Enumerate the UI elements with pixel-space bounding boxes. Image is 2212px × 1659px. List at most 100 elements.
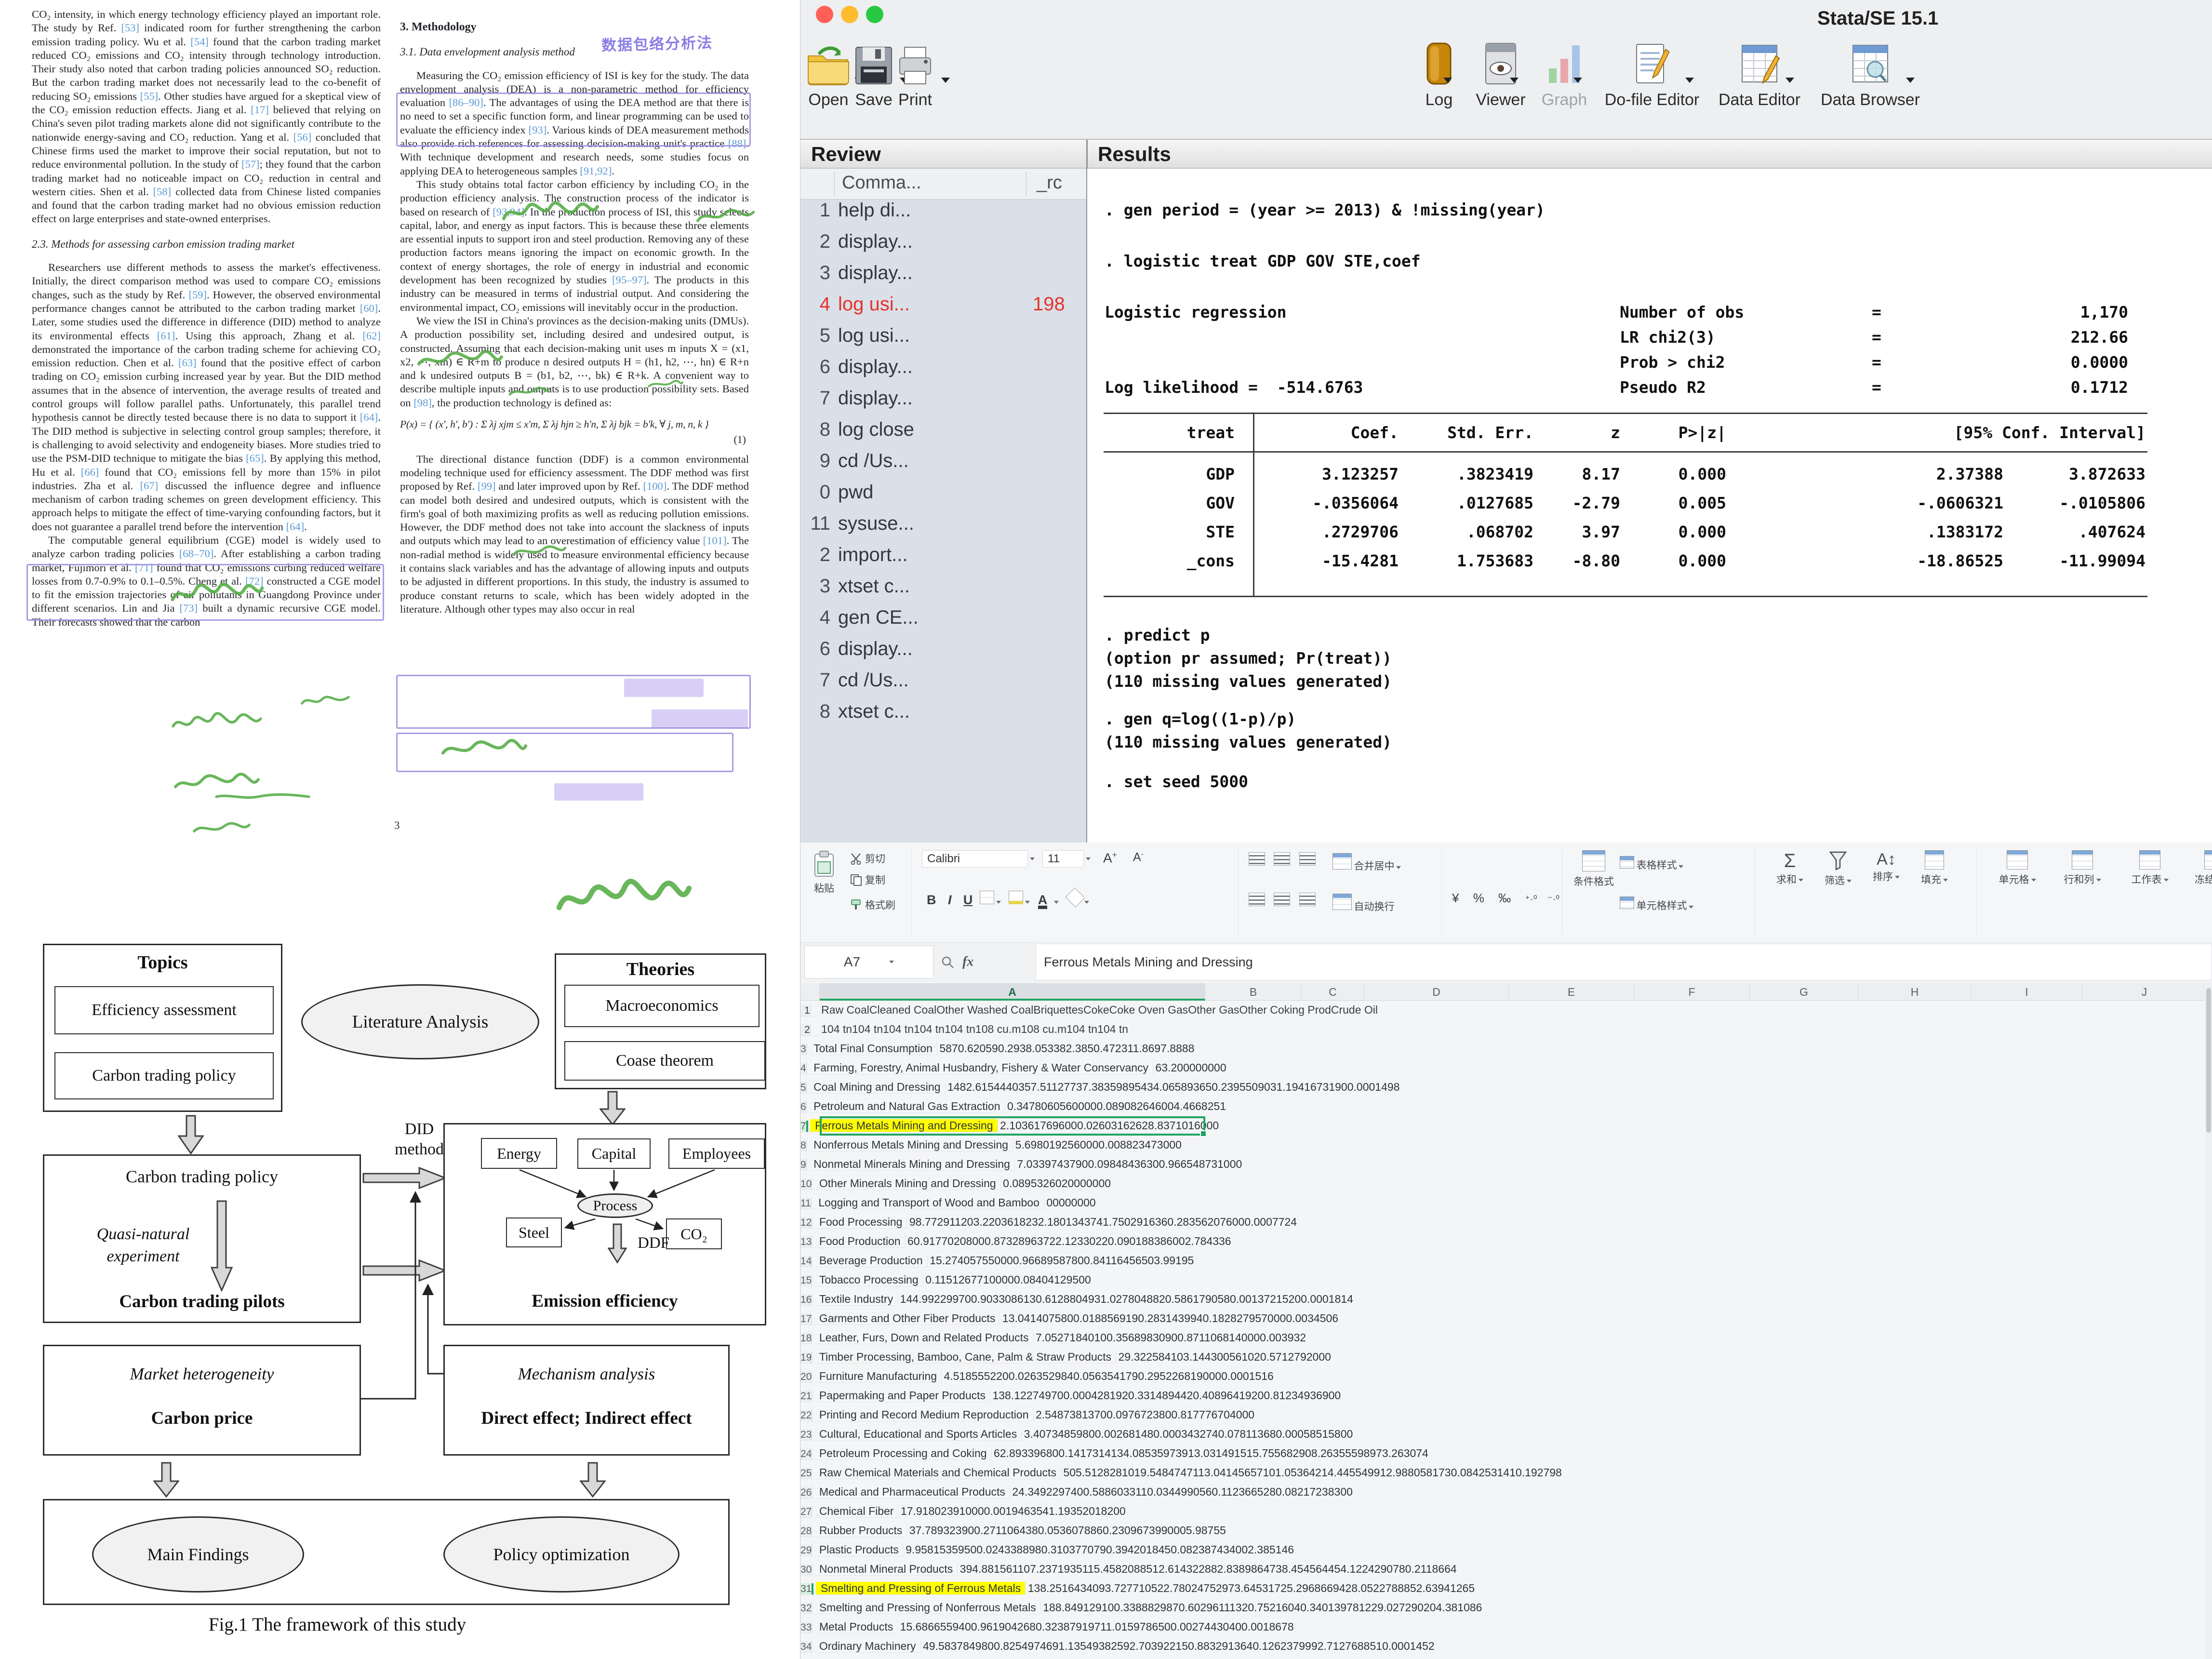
zoom-button[interactable] xyxy=(866,6,883,23)
row-number[interactable]: 21 xyxy=(800,1391,812,1402)
cell[interactable]: Printing and Record Medium Reproduction xyxy=(814,1408,1034,1421)
command-column-header[interactable]: Comma... xyxy=(842,173,921,193)
row-number[interactable]: 11 xyxy=(800,1198,812,1209)
cell[interactable]: Papermaking and Paper Products xyxy=(814,1389,990,1402)
review-command-row[interactable]: 9 cd /Us... xyxy=(800,450,1086,482)
copy-button[interactable]: 复制 xyxy=(845,870,890,889)
filter-button[interactable]: 筛选 xyxy=(1817,850,1859,887)
row-number[interactable]: 4 xyxy=(800,1063,807,1074)
row-number[interactable]: 15 xyxy=(800,1275,812,1286)
font-size-select[interactable]: 11 xyxy=(1042,850,1091,868)
rc-column-header[interactable]: _rc xyxy=(1037,173,1062,193)
italic-button[interactable]: I xyxy=(948,893,952,908)
cell[interactable]: Smelting and Pressing of Ferrous Metals xyxy=(816,1582,1026,1595)
cell[interactable]: Leather, Furs, Down and Related Products xyxy=(814,1331,1034,1344)
column-header[interactable]: H xyxy=(1858,983,1972,1001)
align-right-icon[interactable] xyxy=(1299,893,1316,906)
worksheet-button[interactable]: 工作表 xyxy=(2121,850,2179,886)
review-command-row[interactable]: 6 display... xyxy=(800,356,1086,388)
fill-color-button[interactable] xyxy=(1009,891,1023,904)
review-command-row[interactable]: 2 display... xyxy=(800,231,1086,262)
row-number[interactable]: 30 xyxy=(800,1564,812,1576)
review-command-row[interactable]: 4 gen CE... xyxy=(800,607,1086,638)
cell[interactable]: Petroleum and Natural Gas Extraction xyxy=(809,1100,1005,1113)
row-number[interactable]: 29 xyxy=(800,1545,812,1556)
format-painter-button[interactable]: 格式刷 xyxy=(845,896,900,914)
row-number[interactable]: 34 xyxy=(800,1641,812,1653)
row-number[interactable]: 27 xyxy=(800,1506,812,1518)
underline-button[interactable]: U xyxy=(963,893,973,908)
cell-style-button[interactable] xyxy=(1065,887,1085,907)
review-command-row[interactable]: 8 xtset c... xyxy=(800,701,1086,732)
cell[interactable]: Beverage Production xyxy=(814,1254,928,1267)
column-header[interactable]: A xyxy=(820,983,1205,1001)
row-number[interactable]: 19 xyxy=(800,1352,812,1364)
align-left-icon[interactable] xyxy=(1249,893,1265,906)
cell[interactable]: Furniture Manufacturing xyxy=(814,1370,942,1383)
review-command-row[interactable]: 6 display... xyxy=(800,638,1086,669)
cell[interactable] xyxy=(813,1003,821,1017)
align-center-icon[interactable] xyxy=(1274,893,1290,906)
row-number[interactable]: 8 xyxy=(800,1140,807,1151)
grow-font-button[interactable]: A+ xyxy=(1103,850,1117,866)
review-command-row[interactable]: 3 display... xyxy=(800,262,1086,294)
align-top-icon[interactable] xyxy=(1249,852,1265,866)
cell[interactable]: Nonmetal Mineral Products xyxy=(814,1563,958,1576)
review-command-row[interactable]: 2 import... xyxy=(800,544,1086,575)
dofile-editor-button[interactable]: Do-file Editor xyxy=(1597,33,1707,109)
cell[interactable]: Rubber Products xyxy=(814,1524,907,1537)
row-number[interactable]: 9 xyxy=(800,1159,807,1171)
row-number[interactable]: 24 xyxy=(800,1448,812,1460)
cell[interactable]: Timber Processing, Bamboo, Cane, Palm & … xyxy=(814,1351,1116,1364)
cell[interactable] xyxy=(813,1023,821,1036)
review-command-row[interactable]: 5 log usi... xyxy=(800,325,1086,356)
thousands-button[interactable]: ‰ xyxy=(1498,891,1511,905)
cell[interactable]: Food Processing xyxy=(814,1216,907,1229)
cell[interactable]: Metal Products xyxy=(814,1620,898,1633)
row-number[interactable]: 26 xyxy=(800,1487,812,1498)
row-number[interactable]: 2 xyxy=(800,1024,811,1036)
scrollbar-thumb[interactable] xyxy=(2206,988,2211,1133)
paste-button[interactable]: 粘贴 xyxy=(807,850,841,895)
review-column-headers[interactable]: Comma... _rc xyxy=(800,169,1086,200)
cell[interactable]: Plastic Products xyxy=(814,1543,904,1556)
graph-button[interactable]: Graph xyxy=(1533,33,1596,109)
column-header[interactable]: J xyxy=(2082,983,2207,1001)
cell[interactable]: Smelting and Pressing of Nonferrous Meta… xyxy=(814,1601,1041,1614)
table-style-button[interactable]: 表格样式 xyxy=(1620,856,1683,872)
fx-icon[interactable]: fx xyxy=(962,954,973,970)
row-number[interactable]: 25 xyxy=(800,1468,812,1479)
column-header[interactable]: F xyxy=(1634,983,1750,1001)
vertical-scrollbar[interactable] xyxy=(2205,983,2212,1659)
review-command-row[interactable]: 3 xtset c... xyxy=(800,575,1086,607)
row-number[interactable]: 18 xyxy=(800,1333,812,1344)
row-number[interactable]: 20 xyxy=(800,1371,812,1383)
review-command-row[interactable]: 4 log usi... 198 xyxy=(800,294,1086,325)
cell[interactable]: Textile Industry xyxy=(814,1293,898,1306)
column-header[interactable]: D xyxy=(1364,983,1509,1001)
cell[interactable]: Petroleum Processing and Coking xyxy=(814,1447,992,1460)
borders-button[interactable] xyxy=(980,891,994,904)
cell[interactable]: Garments and Other Fiber Products xyxy=(814,1312,1000,1325)
formula-input[interactable]: Ferrous Metals Mining and Dressing xyxy=(1036,944,2212,980)
freeze-panes-button[interactable]: 冻结窗格 xyxy=(2188,850,2212,886)
review-command-row[interactable]: 1 help di... xyxy=(800,200,1086,231)
row-number[interactable]: 14 xyxy=(800,1256,812,1267)
column-header[interactable]: B xyxy=(1205,983,1302,1001)
row-number[interactable]: 31 xyxy=(800,1583,813,1595)
currency-button[interactable]: ¥ xyxy=(1452,891,1459,905)
cell[interactable]: Total Final Consumption xyxy=(809,1042,937,1055)
cell[interactable]: Raw Chemical Materials and Chemical Prod… xyxy=(814,1466,1061,1479)
column-header[interactable]: I xyxy=(1972,983,2082,1001)
review-command-row[interactable]: 8 log close xyxy=(800,419,1086,450)
cell[interactable]: Coal Mining and Dressing xyxy=(809,1081,945,1094)
row-number[interactable]: 23 xyxy=(800,1429,812,1441)
merge-center-button[interactable]: 合并居中 xyxy=(1333,853,1401,873)
cell[interactable]: Other Minerals Mining and Dressing xyxy=(814,1177,1001,1190)
log-button[interactable]: Log xyxy=(1412,33,1466,109)
row-number[interactable]: 10 xyxy=(800,1178,812,1190)
shrink-font-button[interactable]: A- xyxy=(1133,850,1144,864)
cell[interactable]: Chemical Fiber xyxy=(814,1505,899,1518)
cut-button[interactable]: 剪切 xyxy=(845,849,890,868)
cell-style-button2[interactable]: 单元格样式 xyxy=(1620,896,1693,912)
